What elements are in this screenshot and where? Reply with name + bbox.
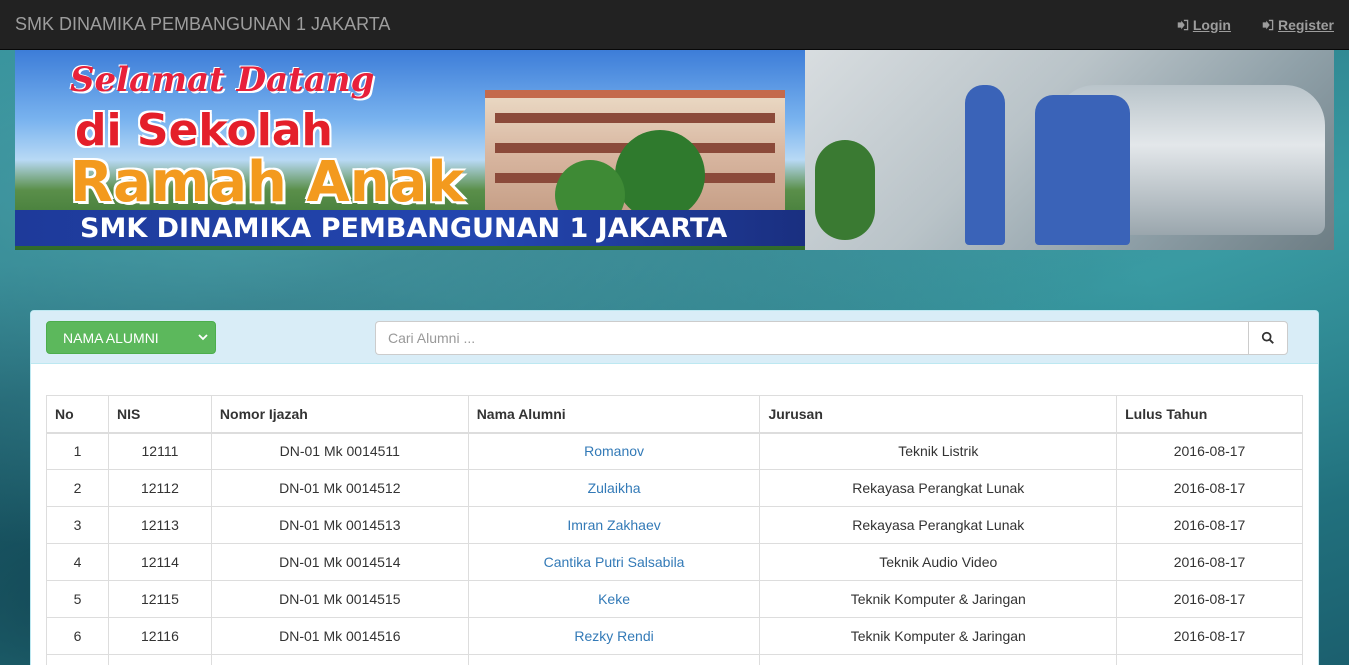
cell-no: 3 [46, 506, 109, 544]
sign-in-icon [1177, 19, 1189, 30]
cell-nis: 12113 [107, 506, 212, 544]
top-navbar: SMK DINAMIKA PEMBANGUNAN 1 JAKARTA Login… [0, 0, 1349, 50]
register-label: Register [1277, 16, 1334, 33]
col-header-ijazah[interactable]: Nomor Ijazah [210, 395, 469, 434]
site-brand[interactable]: SMK DINAMIKA PEMBANGUNAN 1 JAKARTA [15, 14, 390, 35]
cell-ijazah: DN-01 Mk 0014514 [210, 543, 469, 581]
login-link[interactable]: Login [1176, 17, 1231, 33]
alumni-panel: NAMA ALUMNI No NIS Nomor Ijazah Nama Alu… [30, 310, 1319, 665]
cell-lulus: 2016-08-17 [1116, 617, 1303, 655]
table-row [46, 654, 1303, 665]
cell-jurusan: Teknik Audio Video [759, 543, 1118, 581]
cell-lulus: 2016-08-17 [1116, 506, 1303, 544]
cell-nama: Imran Zakhaev [467, 506, 761, 544]
table-row: 4 12114 DN-01 Mk 0014514 Cantika Putri S… [46, 543, 1303, 581]
cell-nis: 12114 [107, 543, 212, 581]
alumni-name-link[interactable]: Zulaikha [588, 480, 641, 496]
search-input[interactable] [375, 321, 1248, 355]
cell-nis: 12111 [107, 432, 212, 470]
banner-school-name: SMK DINAMIKA PEMBANGUNAN 1 JAKARTA [15, 210, 805, 246]
search-button[interactable] [1248, 321, 1288, 355]
cell-nama: Rezky Rendi [467, 617, 761, 655]
table-row: 5 12115 DN-01 Mk 0014515 Keke Teknik Kom… [46, 580, 1303, 618]
register-link[interactable]: Register [1261, 17, 1334, 33]
cell-nis: 12116 [107, 617, 212, 655]
panel-heading: NAMA ALUMNI [31, 311, 1318, 364]
alumni-name-link[interactable]: Keke [598, 591, 630, 607]
col-header-nama[interactable]: Nama Alumni [467, 395, 761, 434]
cell-empty [46, 654, 109, 665]
cell-jurusan: Rekayasa Perangkat Lunak [759, 506, 1118, 544]
cell-no: 4 [46, 543, 109, 581]
cell-no: 6 [46, 617, 109, 655]
chevron-down-icon [198, 334, 208, 341]
col-header-no[interactable]: No [46, 395, 109, 434]
table-row: 6 12116 DN-01 Mk 0014516 Rezky Rendi Tek… [46, 617, 1303, 655]
cell-nama: Romanov [467, 432, 761, 470]
banner-school-label: SMK DINAMIKA PEMBANGUNAN 1 JAKARTA [80, 212, 728, 244]
cell-nis: 12115 [107, 580, 212, 618]
table-row: 2 12112 DN-01 Mk 0014512 Zulaikha Rekaya… [46, 469, 1303, 507]
sign-in-icon [1262, 19, 1274, 30]
col-header-jurusan[interactable]: Jurusan [759, 395, 1118, 434]
cell-ijazah: DN-01 Mk 0014511 [210, 432, 469, 470]
cell-empty [467, 654, 761, 665]
col-header-lulus[interactable]: Lulus Tahun [1116, 395, 1303, 434]
banner-line3: Ramah Anak [70, 150, 465, 215]
login-label: Login [1192, 16, 1231, 33]
cell-ijazah: DN-01 Mk 0014512 [210, 469, 469, 507]
banner-welcome-text: Selamat Datang [70, 60, 375, 100]
cell-jurusan: Teknik Listrik [759, 432, 1118, 470]
alumni-name-link[interactable]: Imran Zakhaev [567, 517, 660, 533]
alumni-table: No NIS Nomor Ijazah Nama Alumni Jurusan … [46, 395, 1303, 665]
table-row: 3 12113 DN-01 Mk 0014513 Imran Zakhaev R… [46, 506, 1303, 544]
cell-lulus: 2016-08-17 [1116, 580, 1303, 618]
cell-jurusan: Rekayasa Perangkat Lunak [759, 469, 1118, 507]
col-header-nis[interactable]: NIS [107, 395, 212, 434]
cell-jurusan: Teknik Komputer & Jaringan [759, 580, 1118, 618]
nav-links: Login Register [1176, 17, 1334, 33]
cell-nama: Keke [467, 580, 761, 618]
cell-lulus: 2016-08-17 [1116, 469, 1303, 507]
cell-no: 5 [46, 580, 109, 618]
banner-line2: di Sekolah [75, 105, 333, 156]
table-header-row: No NIS Nomor Ijazah Nama Alumni Jurusan … [46, 395, 1303, 434]
cell-no: 2 [46, 469, 109, 507]
welcome-banner: Selamat Datang di Sekolah Ramah Anak SMK… [15, 50, 1334, 250]
alumni-name-link[interactable]: Romanov [584, 443, 644, 459]
cell-ijazah: DN-01 Mk 0014516 [210, 617, 469, 655]
alumni-name-link[interactable]: Cantika Putri Salsabila [544, 554, 685, 570]
banner-workshop-photo [805, 50, 1334, 250]
filter-select[interactable]: NAMA ALUMNI [46, 321, 216, 354]
cell-empty [1116, 654, 1303, 665]
cell-nama: Zulaikha [467, 469, 761, 507]
cell-empty [210, 654, 469, 665]
cell-no: 1 [46, 432, 109, 470]
cell-ijazah: DN-01 Mk 0014515 [210, 580, 469, 618]
cell-lulus: 2016-08-17 [1116, 432, 1303, 470]
cell-lulus: 2016-08-17 [1116, 543, 1303, 581]
cell-nis: 12112 [107, 469, 212, 507]
cell-jurusan: Teknik Komputer & Jaringan [759, 617, 1118, 655]
cell-empty [759, 654, 1118, 665]
cell-ijazah: DN-01 Mk 0014513 [210, 506, 469, 544]
alumni-name-link[interactable]: Rezky Rendi [574, 628, 653, 644]
search-icon [1261, 331, 1274, 344]
cell-nama: Cantika Putri Salsabila [467, 543, 761, 581]
filter-select-label: NAMA ALUMNI [63, 329, 159, 346]
cell-empty [107, 654, 212, 665]
table-row: 1 12111 DN-01 Mk 0014511 Romanov Teknik … [46, 432, 1303, 470]
search-group [375, 321, 1288, 355]
